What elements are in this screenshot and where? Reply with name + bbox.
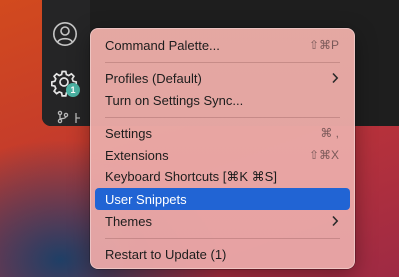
menu-item-shortcut: ⇧⌘P xyxy=(308,38,339,52)
menu-item-shortcut: ⇧⌘X xyxy=(308,148,339,162)
menu-item-command-palette[interactable]: Command Palette... ⇧⌘P xyxy=(95,34,350,56)
menu-item-label: Restart to Update (1) xyxy=(105,246,227,262)
menu-item-keyboard-shortcuts[interactable]: Keyboard Shortcuts [⌘K ⌘S] xyxy=(95,166,350,188)
menu-item-label: Command Palette... xyxy=(105,37,220,53)
menu-item-label: Extensions xyxy=(105,147,169,163)
menu-item-restart-to-update[interactable]: Restart to Update (1) xyxy=(95,243,350,265)
sync-icon[interactable] xyxy=(74,112,82,124)
menu-item-shortcut: ⌘ , xyxy=(320,126,339,140)
menu-item-extensions[interactable]: Extensions ⇧⌘X xyxy=(95,144,350,166)
manage-context-menu: Command Palette... ⇧⌘P Profiles (Default… xyxy=(90,28,355,269)
menu-item-label: Turn on Settings Sync... xyxy=(105,92,244,108)
menu-item-profiles[interactable]: Profiles (Default) xyxy=(95,67,350,89)
menu-item-themes[interactable]: Themes xyxy=(95,210,350,232)
chevron-right-icon xyxy=(332,215,339,227)
menu-item-label: User Snippets xyxy=(105,191,187,207)
menu-item-user-snippets[interactable]: User Snippets xyxy=(95,188,350,210)
source-control-icon[interactable] xyxy=(56,110,70,124)
menu-item-settings[interactable]: Settings ⌘ , xyxy=(95,122,350,144)
menu-separator xyxy=(105,62,340,63)
account-icon[interactable] xyxy=(52,21,78,47)
menu-item-label: Keyboard Shortcuts [⌘K ⌘S] xyxy=(105,169,277,184)
menu-item-label: Themes xyxy=(105,213,152,229)
menu-separator xyxy=(105,117,340,118)
chevron-right-icon xyxy=(332,72,339,84)
activity-bar xyxy=(42,0,90,126)
menu-separator xyxy=(105,238,340,239)
manage-badge: 1 xyxy=(66,83,80,97)
menu-item-label: Profiles (Default) xyxy=(105,70,202,86)
menu-item-settings-sync[interactable]: Turn on Settings Sync... xyxy=(95,89,350,111)
menu-item-label: Settings xyxy=(105,125,152,141)
